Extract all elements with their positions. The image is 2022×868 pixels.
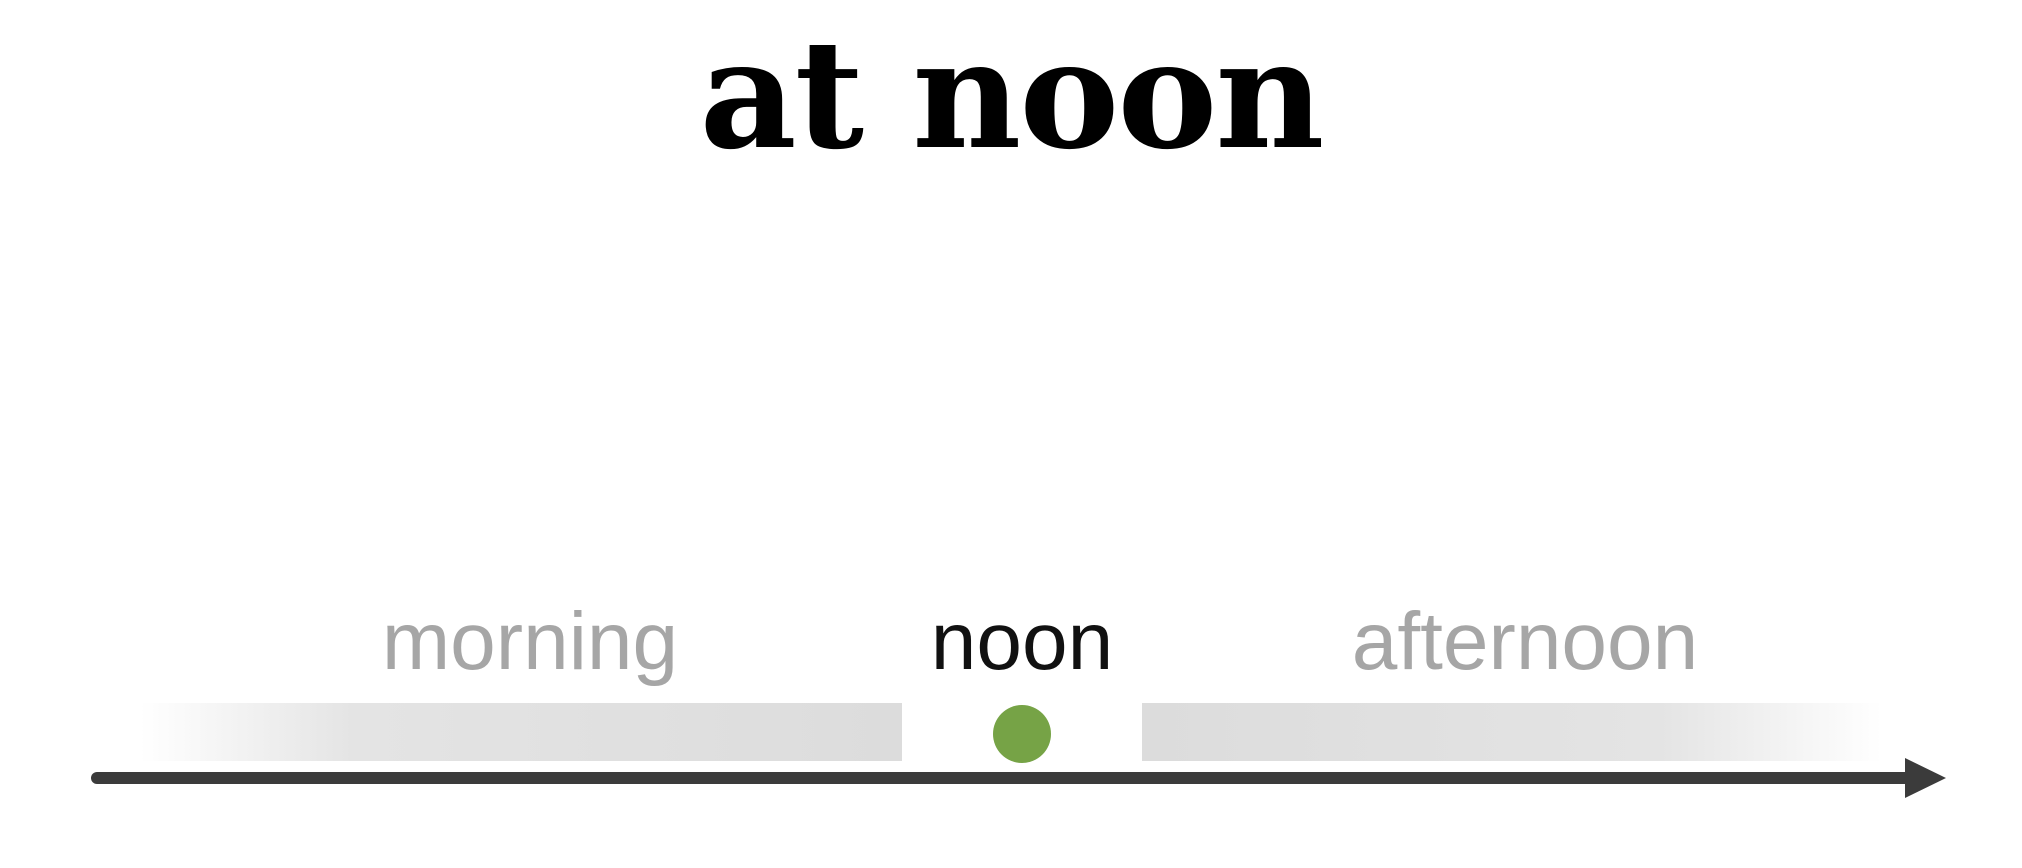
label-morning: morning (381, 596, 679, 687)
label-afternoon: afternoon (1351, 596, 1699, 687)
arrowhead-icon (1905, 758, 1946, 798)
timeline-axis (91, 758, 1946, 798)
page-title: at noon (699, 7, 1325, 183)
label-noon: noon (930, 596, 1114, 687)
